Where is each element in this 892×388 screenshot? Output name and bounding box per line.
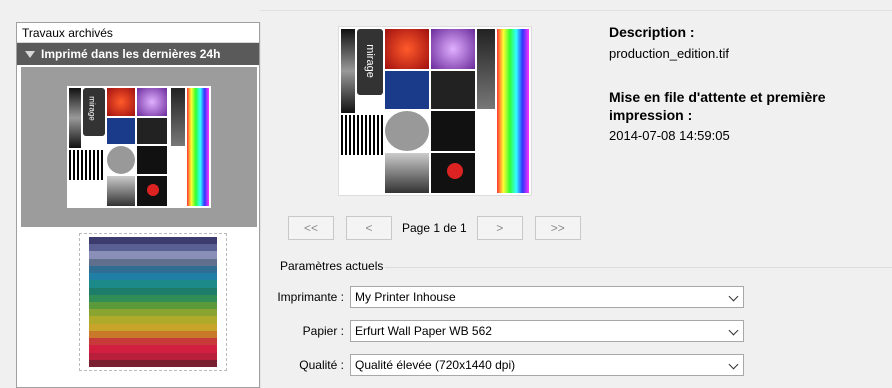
color-stripe — [89, 287, 217, 295]
settings-legend: Paramètres actuels — [278, 259, 386, 273]
color-stripe — [89, 237, 217, 245]
color-stripe — [89, 244, 217, 252]
settings-divider — [372, 267, 892, 268]
color-stripe — [89, 258, 217, 266]
quality-select-value: Qualité élevée (720x1440 dpi) — [355, 358, 516, 372]
frame-top-divider — [260, 10, 892, 11]
mosaic-preview-image: mirage — [339, 27, 531, 195]
mirage-logo-text: mirage — [87, 96, 97, 121]
archived-jobs-title: Travaux archivés — [17, 23, 259, 43]
description-label: Description : — [609, 24, 695, 40]
queue-value: 2014-07-08 14:59:05 — [609, 128, 730, 143]
color-stripe — [89, 345, 217, 353]
color-stripe — [89, 273, 217, 281]
printer-label: Imprimante : — [277, 290, 344, 304]
color-stripe — [89, 280, 217, 288]
color-stripes-image — [89, 237, 217, 367]
mosaic-thumbnail-image: mirage — [67, 86, 211, 208]
job-thumbnail-selected[interactable]: mirage — [21, 67, 257, 227]
color-stripe — [89, 294, 217, 302]
color-stripe — [89, 265, 217, 274]
job-thumbnail-stripes[interactable] — [79, 233, 227, 371]
paper-select[interactable]: Erfurt Wall Paper WB 562 — [350, 320, 744, 342]
pagination-bar: << < Page 1 de 1 > >> — [288, 216, 581, 240]
chevron-down-icon[interactable] — [728, 291, 739, 302]
paper-label: Papier : — [302, 324, 344, 338]
quality-label: Qualité : — [299, 358, 344, 372]
last-page-button[interactable]: >> — [534, 216, 581, 240]
color-stripe — [89, 323, 217, 331]
queue-label: Mise en file d'attente et première impre… — [609, 89, 826, 123]
mirage-logo-text-preview: mirage — [363, 44, 376, 78]
group-header-label: Imprimé dans les dernières 24h — [41, 47, 221, 61]
color-stripe — [89, 301, 217, 310]
frame-left-divider — [260, 22, 261, 388]
color-stripe — [89, 359, 217, 367]
printer-row: Imprimante : My Printer Inhouse — [270, 286, 750, 308]
page-indicator: Page 1 de 1 — [402, 221, 467, 235]
archived-jobs-panel: Travaux archivés Imprimé dans les derniè… — [16, 22, 260, 388]
printer-select[interactable]: My Printer Inhouse — [350, 286, 744, 308]
color-stripe — [89, 338, 217, 346]
color-stripe — [89, 330, 217, 339]
prev-page-button[interactable]: < — [346, 216, 392, 240]
color-stripe — [89, 352, 217, 360]
current-settings-group: Paramètres actuels Imprimante : My Print… — [270, 259, 892, 388]
quality-row: Qualité : Qualité élevée (720x1440 dpi) — [270, 354, 750, 376]
job-preview-image: mirage — [338, 26, 532, 196]
printer-select-value: My Printer Inhouse — [355, 290, 456, 304]
first-page-button[interactable]: << — [288, 216, 334, 240]
paper-select-value: Erfurt Wall Paper WB 562 — [355, 324, 492, 338]
color-stripe — [89, 251, 217, 259]
color-stripe — [89, 309, 217, 317]
collapse-triangle-icon[interactable] — [25, 50, 35, 58]
color-stripe — [89, 316, 217, 324]
paper-row: Papier : Erfurt Wall Paper WB 562 — [270, 320, 750, 342]
group-header-last-24h[interactable]: Imprimé dans les dernières 24h — [17, 43, 259, 65]
quality-select[interactable]: Qualité élevée (720x1440 dpi) — [350, 354, 744, 376]
description-value: production_edition.tif — [609, 46, 729, 61]
chevron-down-icon[interactable] — [728, 325, 739, 336]
next-page-button[interactable]: > — [476, 216, 523, 240]
chevron-down-icon[interactable] — [728, 359, 739, 370]
